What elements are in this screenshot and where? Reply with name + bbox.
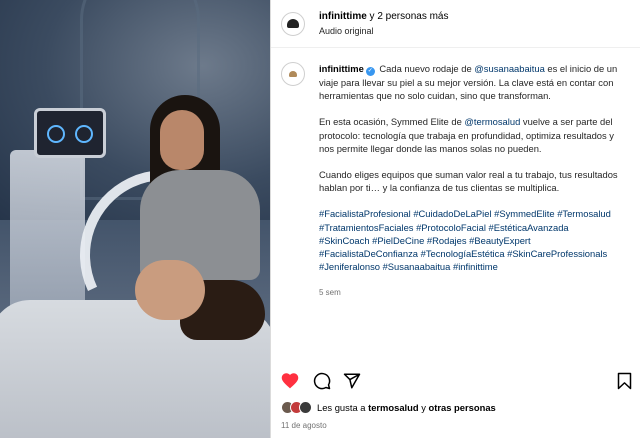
- caption-timestamp[interactable]: 5 sem: [319, 286, 619, 299]
- share-icon[interactable]: [343, 372, 361, 390]
- liker-avatar: [299, 401, 312, 414]
- avatar-logo-icon: [289, 71, 297, 77]
- caption-paragraph-1: infinittime ✓ Cada nuevo rodaje de @susan…: [319, 62, 619, 102]
- comment-icon[interactable]: [313, 372, 331, 390]
- hashtag-link[interactable]: #TratamientosFaciales: [319, 222, 413, 233]
- hashtag-link[interactable]: #Jeniferalonso: [319, 261, 380, 272]
- avatar-logo-icon: [287, 19, 299, 28]
- likes-user[interactable]: termosalud: [368, 402, 419, 413]
- hashtag-list: #FacialistaProfesional #CuidadoDeLaPiel …: [319, 207, 619, 273]
- hashtag-link[interactable]: #SkinCareProfessionals: [507, 248, 607, 259]
- likes-summary[interactable]: Les gusta a termosalud y otras personas: [281, 401, 496, 414]
- action-bar: [281, 372, 632, 392]
- hashtag-link[interactable]: #FacialistaDeConfianza: [319, 248, 418, 259]
- hashtag-link[interactable]: #BeautyExpert: [469, 235, 531, 246]
- header-title[interactable]: infinittime y 2 personas más: [319, 10, 449, 24]
- caption-paragraph-3: Cuando eliges equipos que suman valor re…: [319, 169, 618, 194]
- hashtag-link[interactable]: #TecnologíaEstética: [421, 248, 505, 259]
- caption-text: En esta ocasión, Symmed Elite de: [319, 116, 465, 128]
- photo-device-screen: [34, 108, 106, 158]
- hashtag-link[interactable]: #CuidadoDeLaPiel: [413, 208, 491, 219]
- post-panel: infinittime y 2 personas más Audio origi…: [270, 0, 640, 438]
- hashtag-link[interactable]: #EstéticaAvanzada: [489, 222, 569, 233]
- hashtag-link[interactable]: #Termosalud: [557, 208, 611, 219]
- bookmark-icon[interactable]: [617, 372, 632, 390]
- photo-practitioner-face: [160, 110, 204, 170]
- likes-middle: y: [418, 402, 429, 413]
- header-username[interactable]: infinittime: [319, 11, 367, 22]
- verified-badge-icon: ✓: [365, 67, 375, 76]
- heart-filled-icon[interactable]: [281, 372, 299, 389]
- post-header: infinittime y 2 personas más Audio origi…: [271, 0, 640, 48]
- hashtag-link[interactable]: #SymmedElite: [494, 208, 554, 219]
- caption-paragraph-2: En esta ocasión, Symmed Elite de @termos…: [319, 115, 619, 155]
- post-image[interactable]: [0, 0, 270, 438]
- caption-avatar[interactable]: [281, 62, 305, 86]
- hashtag-link[interactable]: #ProtocoloFacial: [416, 222, 486, 233]
- hashtag-link[interactable]: #Susanaabaitua: [383, 261, 451, 272]
- hashtag-link[interactable]: #PielDeCine: [372, 235, 424, 246]
- post-date: 11 de agosto: [281, 421, 327, 430]
- likes-prefix: Les gusta a: [317, 402, 369, 413]
- hashtag-link[interactable]: #infinittime: [453, 261, 498, 272]
- likes-others[interactable]: otras personas: [429, 402, 496, 413]
- caption: infinittime ✓ Cada nuevo rodaje de @susan…: [281, 62, 631, 300]
- audio-link[interactable]: Audio original: [319, 24, 449, 38]
- photo-client-face: [135, 260, 205, 320]
- header-avatar[interactable]: [281, 11, 305, 36]
- hashtag-link[interactable]: #SkinCoach: [319, 235, 370, 246]
- mention-link[interactable]: @termosalud: [464, 116, 520, 127]
- caption-username[interactable]: infinittime: [319, 63, 364, 74]
- header-collab-text[interactable]: y 2 personas más: [367, 11, 449, 22]
- mention-link[interactable]: @susanaabaitua: [474, 63, 545, 74]
- hashtag-link[interactable]: #FacialistaProfesional: [319, 208, 411, 219]
- caption-text: Cada nuevo rodaje de: [379, 63, 475, 74]
- hashtag-link[interactable]: #Rodajes: [427, 235, 467, 246]
